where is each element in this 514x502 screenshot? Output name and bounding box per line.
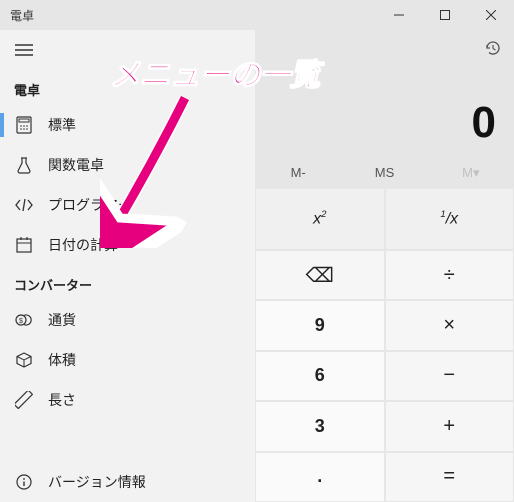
flask-icon [14,155,34,175]
btn-subtract[interactable]: − [385,351,514,401]
nav-label: 関数電卓 [48,155,104,175]
maximize-button[interactable] [422,0,468,30]
nav-label: 体積 [48,350,76,370]
btn-add[interactable]: + [385,401,514,451]
code-icon [14,195,34,215]
info-icon [14,472,34,492]
nav-label: 日付の計算 [48,235,118,255]
mem-mlist: M▾ [428,158,514,188]
btn-multiply[interactable]: × [385,300,514,350]
nav-label: 標準 [48,115,76,135]
btn-3[interactable]: 3 [255,401,385,451]
btn-9[interactable]: 9 [255,300,385,350]
nav-item-length[interactable]: 長さ [0,380,255,420]
nav-item-currency[interactable]: $ 通貨 [0,300,255,340]
title-bar: 電卓 [0,0,514,30]
history-icon[interactable] [484,39,502,62]
nav-label: プログラマー [48,195,132,215]
btn-backspace[interactable]: ⌫ [255,250,385,300]
memory-row: M- MS M▾ [255,158,514,188]
btn-divide[interactable]: ÷ [385,250,514,300]
nav-item-standard[interactable]: 標準 [0,105,255,145]
nav-item-date[interactable]: 日付の計算 [0,225,255,265]
cube-icon [14,350,34,370]
calendar-icon [14,235,34,255]
close-button[interactable] [468,0,514,30]
ruler-icon [14,390,34,410]
nav-sidebar: 電卓 標準 関数電卓 プログラマー 日付の計算 コンバーター $ 通貨 体積 [0,30,255,502]
nav-label: 長さ [48,390,76,410]
nav-label: バージョン情報 [48,472,146,492]
minimize-button[interactable] [376,0,422,30]
nav-item-scientific[interactable]: 関数電卓 [0,145,255,185]
mem-ms[interactable]: MS [341,158,427,188]
calculator-panel: 0 M- MS M▾ x2 1/x ⌫ ÷ 9 × 6 − 3 + . = [255,30,514,502]
nav-item-volume[interactable]: 体積 [0,340,255,380]
window-controls [376,0,514,30]
btn-reciprocal[interactable]: 1/x [385,188,514,250]
nav-item-programmer[interactable]: プログラマー [0,185,255,225]
svg-text:$: $ [19,318,23,325]
hamburger-button[interactable] [0,30,48,70]
btn-dot[interactable]: . [255,452,385,502]
section-header-converter: コンバーター [0,265,255,300]
btn-6[interactable]: 6 [255,351,385,401]
nav-item-about[interactable]: バージョン情報 [0,462,255,502]
btn-square[interactable]: x2 [255,188,385,250]
window-title: 電卓 [10,7,34,24]
calculator-icon [14,115,34,135]
currency-icon: $ [14,310,34,330]
calc-display: 0 [255,70,514,158]
mem-mminus[interactable]: M- [255,158,341,188]
btn-equals[interactable]: = [385,452,514,502]
section-header-calculator: 電卓 [0,70,255,105]
nav-label: 通貨 [48,310,76,330]
